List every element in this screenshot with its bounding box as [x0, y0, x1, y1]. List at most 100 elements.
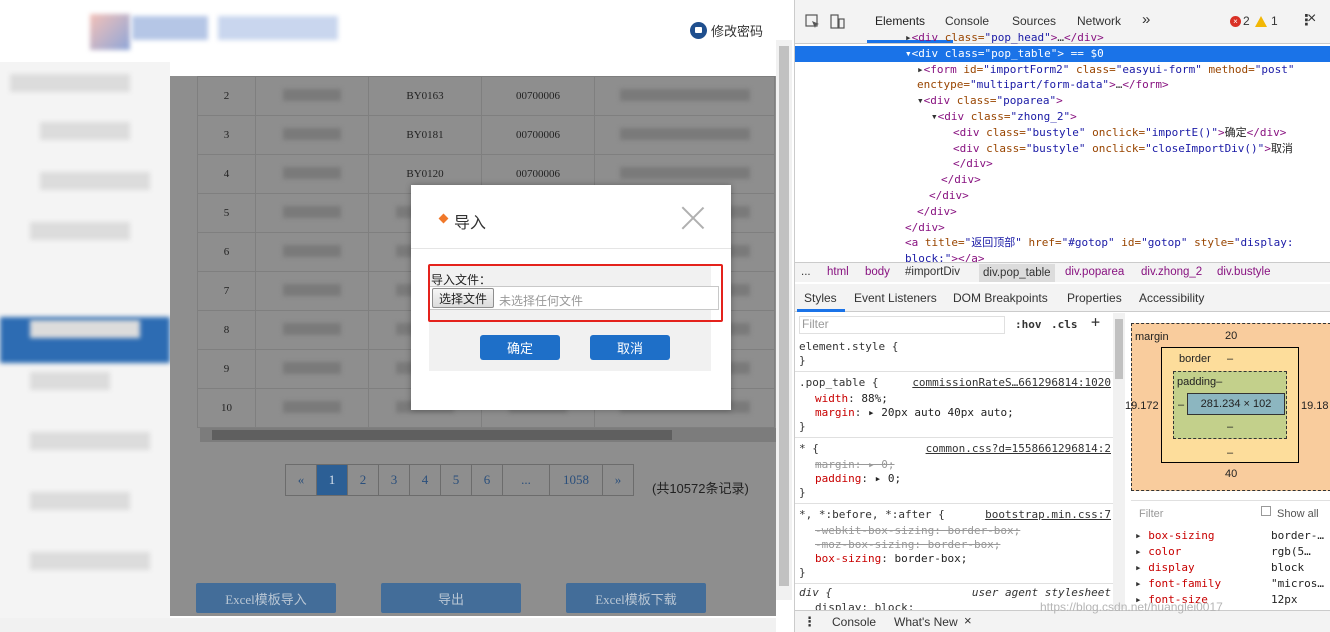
- computed-row[interactable]: ▸ color rgb(5…: [1135, 544, 1330, 560]
- table-row[interactable]: 3 BY0181 00700006: [197, 115, 775, 155]
- css-property[interactable]: margin: [815, 458, 855, 471]
- tab-elements[interactable]: Elements: [875, 14, 925, 28]
- rule-source-link[interactable]: commissionRateS…661296814:1020: [912, 376, 1111, 390]
- export-button[interactable]: 导出: [381, 583, 521, 613]
- excel-download-button[interactable]: Excel模板下载: [566, 583, 706, 613]
- margin-right-value[interactable]: 19.18: [1301, 400, 1329, 412]
- rule-source-link[interactable]: bootstrap.min.css:7: [985, 508, 1111, 522]
- subtab-event-listeners[interactable]: Event Listeners: [854, 291, 937, 305]
- dom-node[interactable]: ▸<form id="importForm2" class="easyui-fo…: [795, 62, 1330, 78]
- border-value[interactable]: –: [1227, 353, 1233, 365]
- subtab-styles[interactable]: Styles: [804, 291, 837, 305]
- computed-row[interactable]: ▸ font-family "micros…: [1135, 576, 1330, 592]
- sidebar-item[interactable]: [30, 492, 130, 510]
- close-icon[interactable]: [681, 206, 705, 230]
- dom-node[interactable]: </div>: [795, 204, 1330, 220]
- sidebar-item[interactable]: [30, 432, 150, 450]
- page-last[interactable]: 1058: [549, 464, 603, 496]
- breadcrumb-item[interactable]: #importDiv: [905, 266, 960, 278]
- tab-console[interactable]: Console: [945, 14, 989, 28]
- table-scrollbar-thumb[interactable]: [212, 430, 672, 440]
- breadcrumb-item[interactable]: div.bustyle: [1217, 266, 1270, 278]
- error-count[interactable]: 2: [1243, 14, 1250, 28]
- cancel-button[interactable]: 取消: [590, 335, 670, 360]
- dom-node[interactable]: <div class="bustyle" onclick="closeImpor…: [795, 141, 1330, 157]
- computed-row[interactable]: ▸ display block: [1135, 560, 1330, 576]
- page-vertical-scrollbar-thumb[interactable]: [779, 46, 789, 586]
- sidebar-item[interactable]: [40, 122, 130, 140]
- inspect-icon[interactable]: [805, 14, 821, 30]
- computed-row[interactable]: ▸ box-sizing border-…: [1135, 528, 1330, 544]
- dom-node[interactable]: </div>: [795, 220, 1330, 236]
- border-bottom-value[interactable]: –: [1227, 447, 1233, 459]
- drawer-menu-icon[interactable]: ⋮: [803, 614, 816, 630]
- css-value[interactable]: ▸ 20px auto 40px auto;: [868, 406, 1014, 419]
- device-toggle-icon[interactable]: [829, 14, 845, 30]
- padding-left-value[interactable]: –: [1178, 399, 1184, 411]
- css-value[interactable]: 88%;: [861, 392, 888, 405]
- page-4[interactable]: 4: [409, 464, 441, 496]
- dom-node[interactable]: enctype="multipart/form-data">…</form>: [795, 77, 1330, 93]
- margin-top-value[interactable]: 20: [1225, 330, 1237, 342]
- css-declaration[interactable]: -moz-box-sizing: border-box;: [815, 538, 1000, 552]
- dom-node[interactable]: ▸<div class="pop_head">…</div>: [795, 30, 1330, 46]
- dom-node[interactable]: <a title="返回顶部" href="#gotop" id="gotop"…: [795, 235, 1330, 251]
- hov-toggle[interactable]: :hov: [1015, 318, 1042, 332]
- dom-node[interactable]: </div>: [795, 156, 1330, 172]
- page-6[interactable]: 6: [471, 464, 503, 496]
- subtab-dom-breakpoints[interactable]: DOM Breakpoints: [953, 291, 1048, 305]
- css-property[interactable]: padding: [815, 472, 861, 485]
- cls-toggle[interactable]: .cls: [1051, 318, 1078, 332]
- excel-import-button[interactable]: Excel模板导入: [196, 583, 336, 613]
- css-value[interactable]: ▸ 0;: [868, 458, 895, 471]
- css-value[interactable]: border-box;: [894, 552, 967, 565]
- change-password-link[interactable]: 修改密码: [690, 20, 763, 40]
- tab-sources[interactable]: Sources: [1012, 14, 1056, 28]
- sidebar-item[interactable]: [40, 172, 150, 190]
- sidebar-item[interactable]: [30, 372, 110, 390]
- subtab-accessibility[interactable]: Accessibility: [1139, 291, 1204, 305]
- computed-filter-input[interactable]: Filter: [1139, 508, 1163, 520]
- subtab-properties[interactable]: Properties: [1067, 291, 1122, 305]
- css-property[interactable]: width: [815, 392, 848, 405]
- css-property[interactable]: margin: [815, 406, 855, 419]
- page-prev[interactable]: «: [285, 464, 317, 496]
- css-property[interactable]: box-sizing: [815, 552, 881, 565]
- close-devtools-icon[interactable]: ×: [1307, 10, 1316, 28]
- more-tabs-icon[interactable]: »: [1142, 11, 1150, 28]
- dom-node[interactable]: ▾<div class="poparea">: [795, 93, 1330, 109]
- breadcrumb-item[interactable]: ...: [801, 266, 811, 278]
- close-drawer-tab-icon[interactable]: ×: [964, 613, 972, 628]
- margin-bottom-value[interactable]: 40: [1225, 468, 1237, 480]
- dom-node[interactable]: ▾<div class="zhong_2">: [795, 109, 1330, 125]
- page-1[interactable]: 1: [316, 464, 348, 496]
- breadcrumb-item[interactable]: div.pop_table: [979, 264, 1055, 282]
- page-5[interactable]: 5: [440, 464, 472, 496]
- page-2[interactable]: 2: [347, 464, 379, 496]
- padding-bottom-value[interactable]: –: [1227, 421, 1233, 433]
- new-rule-icon[interactable]: +: [1091, 315, 1100, 330]
- show-all-checkbox[interactable]: [1261, 506, 1271, 516]
- dom-node-selected[interactable]: ▾<div class="pop_table"> == $0: [795, 45, 1330, 62]
- breadcrumb-item[interactable]: html: [827, 266, 849, 278]
- css-declaration[interactable]: -webkit-box-sizing: border-box;: [815, 524, 1020, 538]
- styles-filter-input[interactable]: Filter: [799, 316, 1005, 334]
- confirm-button[interactable]: 确定: [480, 335, 560, 360]
- breadcrumb-item[interactable]: div.zhong_2: [1141, 266, 1202, 278]
- table-row[interactable]: 2 BY0163 00700006: [197, 76, 775, 116]
- warning-count[interactable]: 1: [1271, 14, 1278, 28]
- breadcrumb-item[interactable]: body: [865, 266, 890, 278]
- dom-node[interactable]: </div>: [795, 188, 1330, 204]
- sidebar-item[interactable]: [30, 552, 150, 570]
- drawer-tab-console[interactable]: Console: [832, 615, 876, 629]
- rule-source-link[interactable]: common.css?d=1558661296814:2: [926, 442, 1111, 456]
- margin-left-value[interactable]: 19.172: [1125, 400, 1159, 412]
- breadcrumb-item[interactable]: div.poparea: [1065, 266, 1124, 278]
- css-value[interactable]: ▸ 0;: [875, 472, 902, 485]
- tab-network[interactable]: Network: [1077, 14, 1121, 28]
- drawer-tab-whats-new[interactable]: What's New: [894, 615, 958, 629]
- sidebar-item[interactable]: [30, 320, 140, 338]
- sidebar-item[interactable]: [30, 222, 130, 240]
- sidebar-item[interactable]: [10, 74, 130, 92]
- dom-node[interactable]: </div>: [795, 172, 1330, 188]
